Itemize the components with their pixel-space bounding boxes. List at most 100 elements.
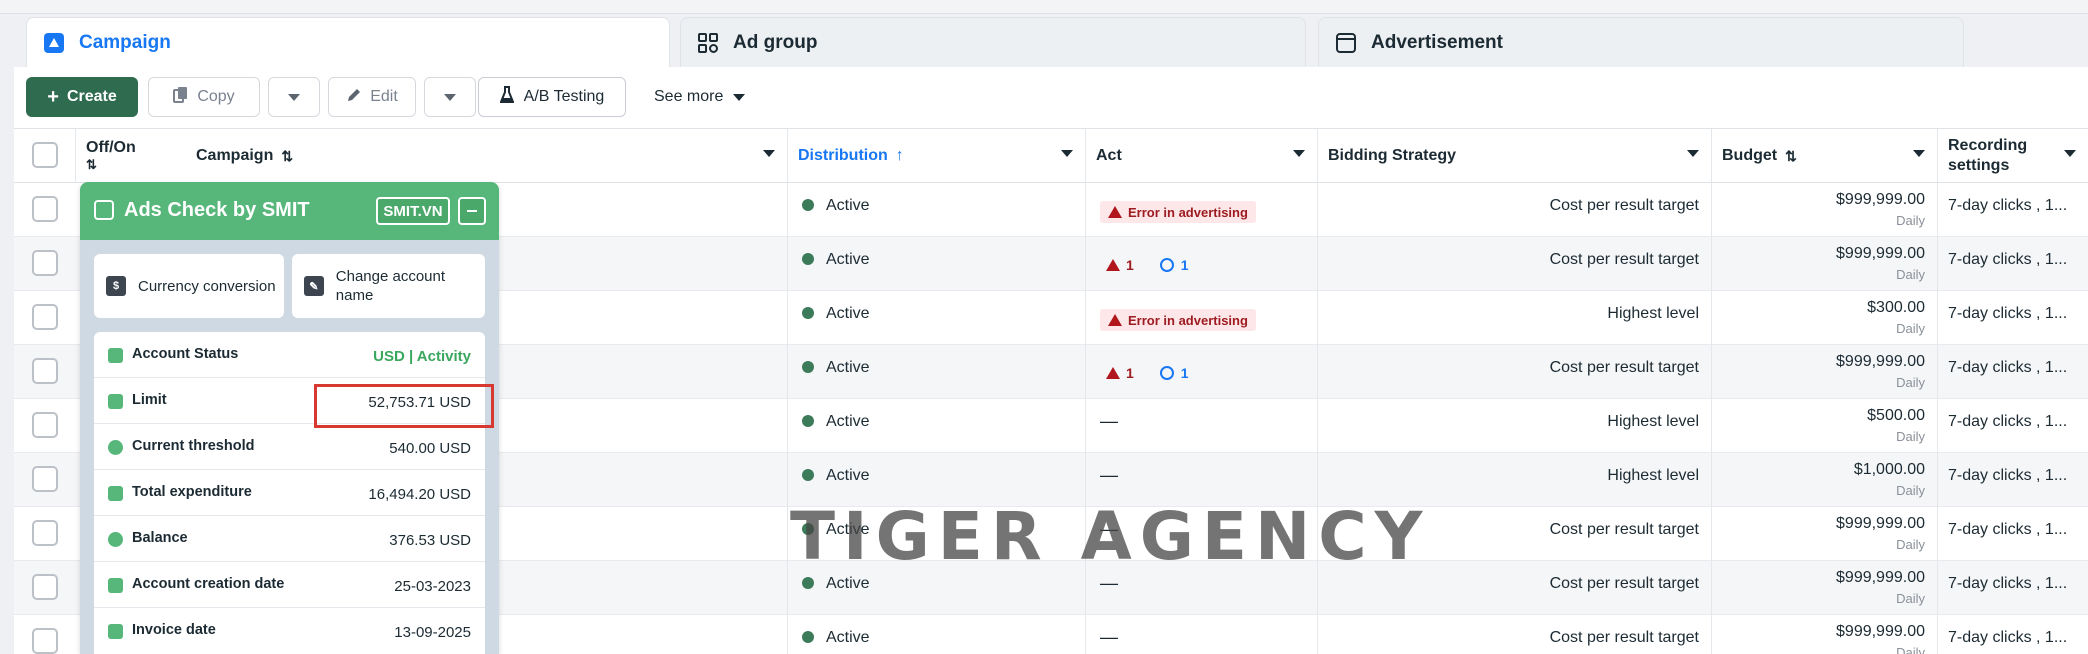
warning-icon bbox=[1106, 367, 1120, 379]
row-checkbox[interactable] bbox=[32, 358, 58, 384]
distribution-value: Active bbox=[826, 413, 870, 430]
info-count: 1 bbox=[1159, 257, 1189, 273]
pencil-icon bbox=[346, 87, 362, 108]
info-icon bbox=[1159, 258, 1174, 272]
copy-dropdown-button[interactable] bbox=[268, 77, 320, 117]
chevron-down-icon bbox=[1687, 150, 1699, 157]
row-checkbox[interactable] bbox=[32, 574, 58, 600]
budget-cell: $999,999.00 Daily bbox=[1712, 615, 1938, 654]
col-budget[interactable]: Budget ⇅ bbox=[1712, 129, 1938, 183]
chevron-down-icon bbox=[1293, 150, 1305, 157]
account-status-label: Account Status bbox=[132, 346, 239, 362]
col-offon[interactable]: Off/On ⇅ bbox=[76, 129, 146, 183]
invoice-date-row: Invoice date 13-09-2025 bbox=[94, 608, 485, 654]
budget-value: $999,999.00 bbox=[1836, 623, 1925, 640]
row-checkbox[interactable] bbox=[32, 196, 58, 222]
row-checkbox[interactable] bbox=[32, 304, 58, 330]
error-badge[interactable]: Error in advertising bbox=[1100, 201, 1256, 223]
currency-icon: $ bbox=[106, 276, 126, 296]
status-dot-icon bbox=[802, 361, 814, 373]
select-all-checkbox[interactable] bbox=[32, 142, 58, 168]
col-act[interactable]: Act bbox=[1086, 129, 1318, 183]
error-badge[interactable]: Error in advertising bbox=[1100, 309, 1256, 331]
row-checkbox[interactable] bbox=[32, 412, 58, 438]
row-checkbox[interactable] bbox=[32, 250, 58, 276]
bidding-value: Highest level bbox=[1607, 413, 1699, 430]
budget-block: $999,999.00 Daily bbox=[1836, 515, 1925, 552]
distribution-cell: Active bbox=[788, 237, 1086, 291]
row-checkbox[interactable] bbox=[32, 466, 58, 492]
flask-icon bbox=[499, 85, 515, 109]
status-dot-icon bbox=[802, 469, 814, 481]
see-more-button[interactable]: See more bbox=[654, 77, 746, 117]
tab-campaign-label: Campaign bbox=[79, 31, 171, 53]
budget-block: $999,999.00 Daily bbox=[1836, 245, 1925, 282]
budget-block: $999,999.00 Daily bbox=[1836, 353, 1925, 390]
col-distribution[interactable]: Distribution ↑ bbox=[788, 129, 1086, 183]
tab-ad-group[interactable]: Ad group bbox=[680, 17, 1306, 67]
budget-period: Daily bbox=[1896, 321, 1925, 336]
budget-block: $999,999.00 Daily bbox=[1836, 191, 1925, 228]
act-cell: 11 bbox=[1086, 237, 1318, 291]
status-icon bbox=[108, 348, 123, 363]
tab-advertisement[interactable]: Advertisement bbox=[1318, 17, 1964, 67]
budget-period: Daily bbox=[1896, 537, 1925, 552]
budget-period: Daily bbox=[1896, 429, 1925, 444]
balance-value: 376.53 USD bbox=[389, 532, 471, 549]
copy-label: Copy bbox=[197, 88, 235, 105]
error-text: Error in advertising bbox=[1128, 312, 1248, 328]
create-button[interactable]: + Create bbox=[26, 77, 138, 117]
minimize-button[interactable] bbox=[458, 197, 486, 225]
calendar-icon bbox=[108, 578, 123, 593]
col-distribution-label: Distribution bbox=[798, 147, 888, 164]
col-bidding[interactable]: Bidding Strategy bbox=[1318, 129, 1712, 183]
budget-block: $999,999.00 Daily bbox=[1836, 569, 1925, 606]
col-campaign[interactable]: Campaign ⇅ bbox=[146, 129, 788, 183]
invoice-date-label: Invoice date bbox=[132, 622, 216, 638]
edit-label: Edit bbox=[370, 88, 398, 105]
smit-link-button[interactable]: SMIT.VN bbox=[376, 197, 450, 225]
status-dot-icon bbox=[802, 415, 814, 427]
distribution-value: Active bbox=[826, 251, 870, 268]
tab-campaign[interactable]: Campaign bbox=[26, 17, 670, 67]
distribution-value: Active bbox=[826, 305, 870, 322]
account-status-row: Account Status USD | Activity bbox=[94, 332, 485, 378]
budget-value: $1,000.00 bbox=[1853, 461, 1925, 478]
see-more-label: See more bbox=[654, 88, 724, 105]
ab-testing-button[interactable]: A/B Testing bbox=[478, 77, 626, 117]
currency-conversion-button[interactable]: $ Currency conversion bbox=[94, 254, 284, 318]
budget-period: Daily bbox=[1896, 645, 1925, 654]
info-icon bbox=[1159, 366, 1174, 380]
balance-icon bbox=[108, 532, 123, 547]
issue-counts[interactable]: 11 bbox=[1106, 257, 1189, 273]
budget-block: $500.00 Daily bbox=[1867, 407, 1925, 444]
recording-value: 7-day clicks , 1... bbox=[1948, 413, 2068, 430]
chevron-down-icon bbox=[1061, 150, 1073, 157]
edit-dropdown-button[interactable] bbox=[424, 77, 476, 117]
status-dot-icon bbox=[802, 253, 814, 265]
empty-value: — bbox=[1100, 627, 1118, 647]
col-recording-label: Recording settings bbox=[1948, 137, 2028, 174]
row-checkbox[interactable] bbox=[32, 520, 58, 546]
distribution-value: Active bbox=[826, 629, 870, 646]
chevron-down-icon bbox=[2064, 150, 2076, 157]
change-account-name-button[interactable]: ✎ Change account name bbox=[292, 254, 485, 318]
warning-icon bbox=[1106, 259, 1120, 271]
col-recording[interactable]: Recording settings bbox=[1938, 129, 2088, 183]
distribution-value: Active bbox=[826, 575, 870, 592]
empty-value: — bbox=[1100, 411, 1118, 431]
card-icon bbox=[108, 394, 123, 409]
copy-button[interactable]: Copy bbox=[148, 77, 260, 117]
budget-value: $500.00 bbox=[1867, 407, 1925, 424]
sort-up-icon: ↑ bbox=[895, 147, 904, 164]
issue-counts[interactable]: 11 bbox=[1106, 365, 1189, 381]
edit-button[interactable]: Edit bbox=[328, 77, 416, 117]
budget-block: $1,000.00 Daily bbox=[1854, 461, 1925, 498]
row-checkbox[interactable] bbox=[32, 628, 58, 654]
budget-value: $999,999.00 bbox=[1836, 569, 1925, 586]
recording-cell: 7-day clicks , 1... bbox=[1938, 183, 2088, 237]
recording-value: 7-day clicks , 1... bbox=[1948, 629, 2068, 646]
recording-cell: 7-day clicks , 1... bbox=[1938, 237, 2088, 291]
col-act-label: Act bbox=[1096, 147, 1122, 164]
account-info-list: Account Status USD | Activity Limit 52,7… bbox=[94, 332, 485, 654]
